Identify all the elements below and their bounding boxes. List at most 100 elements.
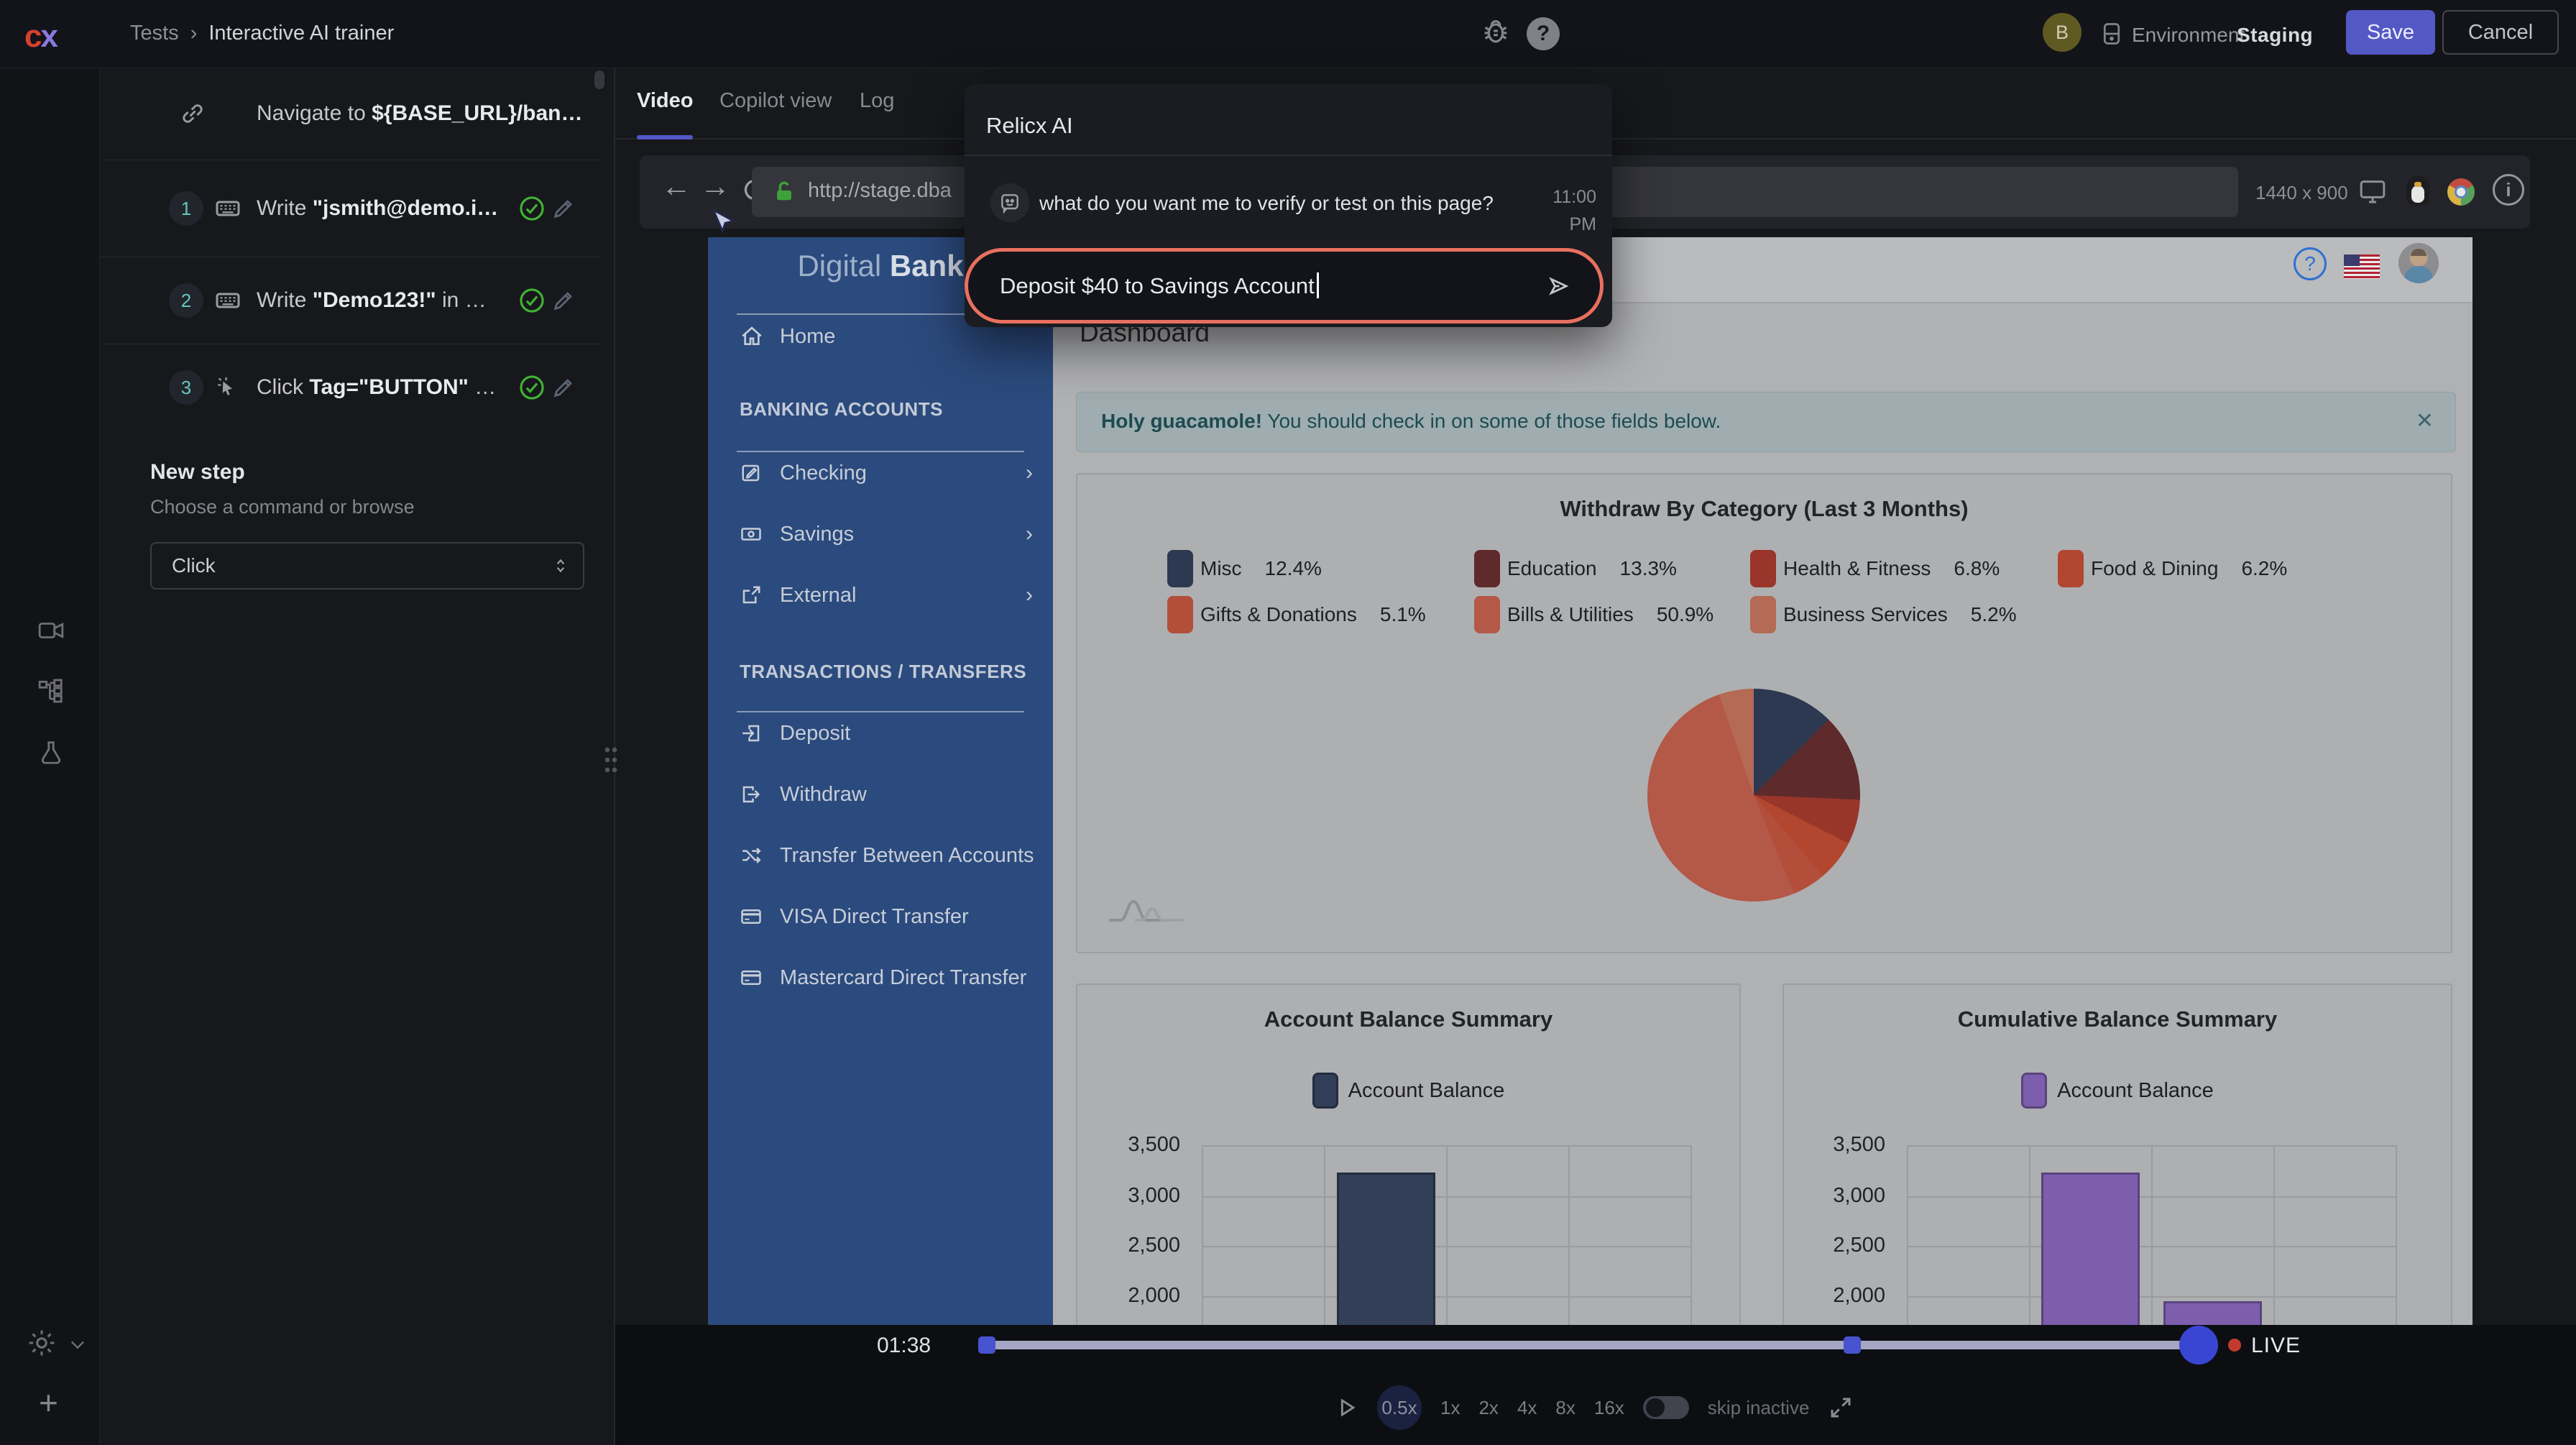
- sidebar-item-savings[interactable]: Savings›: [708, 515, 1053, 553]
- breadcrumb-tests[interactable]: Tests: [130, 22, 179, 45]
- sidebar-item-checking[interactable]: Checking›: [708, 454, 1053, 492]
- site-user-avatar[interactable]: [2398, 243, 2439, 283]
- left-icon-rail: +: [0, 0, 100, 1445]
- environment-value[interactable]: Staging: [2237, 24, 2313, 47]
- speed-button-4x[interactable]: 4x: [1517, 1397, 1537, 1419]
- video-camera-icon[interactable]: [37, 617, 65, 644]
- chevron-down-icon[interactable]: [68, 1334, 88, 1354]
- cancel-button[interactable]: Cancel: [2442, 10, 2559, 55]
- account-balance-bar[interactable]: [1337, 1173, 1435, 1325]
- sidebar-item-label: Transfer Between Accounts: [780, 844, 1034, 868]
- money-icon: [740, 523, 762, 545]
- alert-text: Holy guacamole! You should check in on s…: [1101, 410, 1721, 433]
- tab-video[interactable]: Video: [637, 89, 693, 113]
- ai-command-input[interactable]: Deposit $40 to Savings Account: [965, 248, 1604, 324]
- speed-button-2x[interactable]: 2x: [1478, 1397, 1498, 1419]
- send-icon[interactable]: [1545, 273, 1571, 299]
- step-row-1[interactable]: 1 Write "jsmith@demo.i…: [100, 160, 601, 257]
- step-navigate[interactable]: Navigate to ${BASE_URL}/ban…: [100, 68, 601, 160]
- step-row-3[interactable]: 3 Click Tag="BUTTON" …: [100, 344, 601, 431]
- withdraw-category-pie-chart[interactable]: [1647, 689, 1860, 902]
- sidebar-item-deposit[interactable]: Deposit: [708, 715, 1053, 752]
- legend-label: Misc: [1200, 557, 1242, 580]
- help-icon[interactable]: ?: [1527, 17, 1560, 50]
- home-icon: [740, 325, 763, 348]
- sidebar-item-visa-direct-transfer[interactable]: VISA Direct Transfer: [708, 898, 1053, 935]
- cumulative-balance-summary-card: Cumulative Balance Summary Account Balan…: [1782, 983, 2452, 1325]
- edit-pencil-icon[interactable]: [551, 288, 576, 313]
- nav-section-title: TRANSACTIONS / TRANSFERS: [740, 661, 1026, 683]
- sitemap-icon[interactable]: [37, 677, 65, 705]
- sidebar-item-mastercard-direct-transfer[interactable]: Mastercard Direct Transfer: [708, 959, 1053, 996]
- account-balance-bar[interactable]: [2041, 1173, 2140, 1325]
- live-dot-icon: [2228, 1339, 2241, 1352]
- skip-inactive-toggle[interactable]: [1643, 1396, 1689, 1419]
- legend-label: Health & Fitness: [1783, 557, 1931, 580]
- user-avatar[interactable]: B: [2043, 13, 2082, 52]
- forward-icon[interactable]: →: [700, 171, 730, 201]
- add-button[interactable]: +: [39, 1383, 58, 1422]
- step-row-2[interactable]: 2 Write "Demo123!" in …: [100, 257, 601, 344]
- legend-item-food-dining[interactable]: Food & Dining 6.2%: [2058, 550, 2287, 587]
- legend-item-health-fitness[interactable]: Health & Fitness 6.8%: [1750, 550, 2000, 587]
- legend-value: 5.1%: [1380, 603, 1426, 626]
- edit-pencil-icon[interactable]: [551, 375, 576, 400]
- account-balance-bar[interactable]: [2163, 1301, 2262, 1325]
- speed-button-0.5x[interactable]: 0.5x: [1377, 1385, 1422, 1430]
- speed-button-1x[interactable]: 1x: [1440, 1397, 1460, 1419]
- timeline-marker-start[interactable]: [978, 1336, 995, 1354]
- legend-item-education[interactable]: Education 13.3%: [1474, 550, 1677, 587]
- ai-popup-title: Relicx AI: [986, 113, 1073, 139]
- info-icon[interactable]: i: [2493, 174, 2524, 206]
- timeline-marker-mid[interactable]: [1844, 1336, 1861, 1354]
- alert-close-icon[interactable]: ✕: [2416, 408, 2434, 434]
- gridline: [1568, 1145, 1570, 1325]
- edit-pencil-icon[interactable]: [551, 196, 576, 221]
- gear-icon[interactable]: [26, 1327, 58, 1359]
- legend-item-business-services[interactable]: Business Services 5.2%: [1750, 596, 2017, 633]
- legend-item-misc[interactable]: Misc 12.4%: [1167, 550, 1322, 587]
- save-button[interactable]: Save: [2346, 10, 2435, 55]
- back-icon[interactable]: ←: [661, 171, 691, 201]
- new-step-subtitle: Choose a command or browse: [150, 496, 415, 518]
- sidebar-item-transfer-between-accounts[interactable]: Transfer Between Accounts: [708, 837, 1053, 874]
- bank-sidebar: Digital Bank Home BANKING ACCOUNTS Check…: [708, 237, 1053, 1325]
- chart-legend: Account Balance: [1077, 1073, 1739, 1109]
- step-text: Click Tag="BUTTON" …: [257, 375, 512, 400]
- speed-buttons: 0.5x 1x 2x 4x 8x 16x: [1377, 1385, 1624, 1430]
- app-logo[interactable]: cx: [24, 19, 79, 50]
- monitor-icon: [2358, 177, 2388, 206]
- video-playback-frame[interactable]: ? Digital Bank Home BANKING ACCOUNTS Che…: [708, 237, 2472, 1325]
- check-circle-icon: [518, 287, 546, 314]
- timeline-slider[interactable]: [983, 1341, 2210, 1349]
- flask-icon[interactable]: [37, 739, 65, 766]
- external-link-icon: [740, 584, 762, 606]
- legend-item-bills-utilities[interactable]: Bills & Utilities 50.9%: [1474, 596, 1714, 633]
- tab-copilot-view[interactable]: Copilot view: [719, 89, 832, 113]
- speed-button-8x[interactable]: 8x: [1555, 1397, 1575, 1419]
- url-text: http://stage.dba: [808, 179, 952, 203]
- sidebar-item-label: Checking: [780, 462, 867, 485]
- command-dropdown[interactable]: Click: [150, 542, 584, 590]
- sidebar-item-withdraw[interactable]: Withdraw: [708, 776, 1053, 813]
- live-label[interactable]: LIVE: [2251, 1334, 2301, 1358]
- legend-item-gifts-donations[interactable]: Gifts & Donations 5.1%: [1167, 596, 1426, 633]
- tab-log[interactable]: Log: [860, 89, 894, 113]
- speed-button-16x[interactable]: 16x: [1594, 1397, 1624, 1419]
- sparkline-watermark-icon: [1106, 890, 1187, 925]
- sidebar-item-external[interactable]: External›: [708, 577, 1053, 614]
- us-flag-icon[interactable]: [2344, 254, 2380, 279]
- bug-icon[interactable]: [1479, 14, 1512, 47]
- legend-swatch: [2058, 550, 2084, 587]
- shuffle-icon: [740, 845, 762, 866]
- timeline-thumb[interactable]: [2179, 1326, 2218, 1364]
- environment-icon: [2099, 20, 2125, 47]
- panel-resize-handle[interactable]: [604, 745, 618, 776]
- fullscreen-icon[interactable]: [1828, 1395, 1854, 1421]
- bar-chart-title: Account Balance Summary: [1077, 1006, 1739, 1032]
- breadcrumb-separator: ›: [190, 22, 198, 45]
- site-help-icon[interactable]: ?: [2294, 247, 2327, 280]
- legend-label: Account Balance: [1348, 1079, 1505, 1103]
- legend-swatch: [1750, 550, 1776, 587]
- play-icon[interactable]: [1334, 1395, 1358, 1420]
